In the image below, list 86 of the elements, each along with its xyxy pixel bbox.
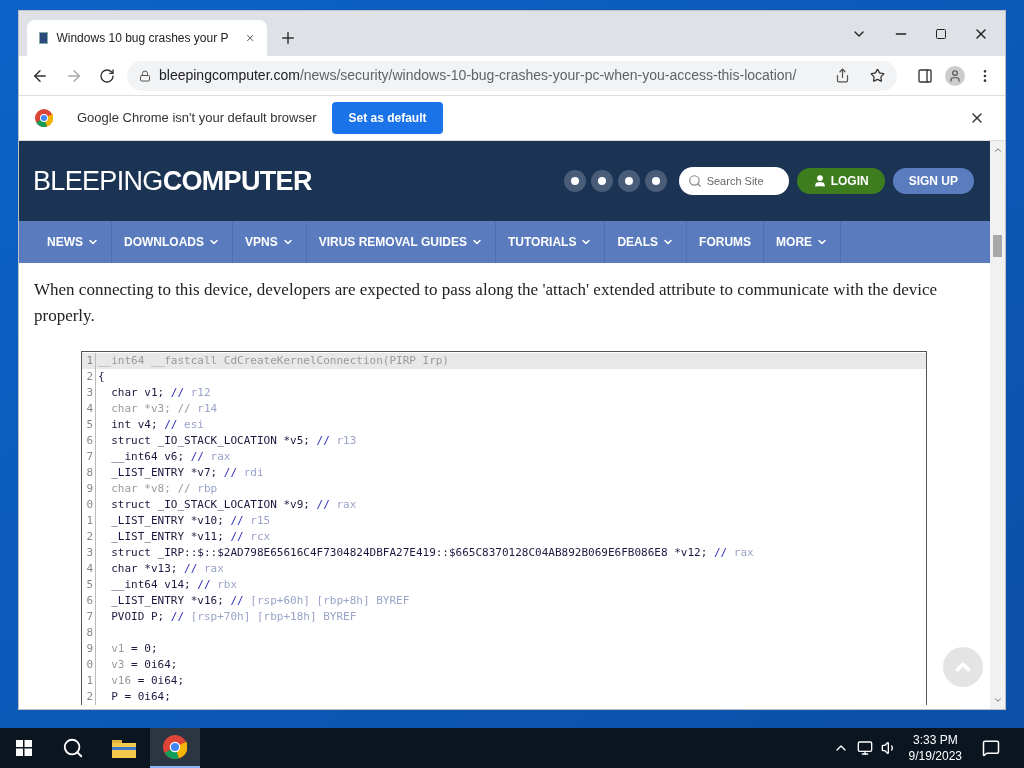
nav-item[interactable]: VIRUS REMOVAL GUIDES (306, 221, 496, 263)
nav-item[interactable]: DEALS (605, 221, 688, 263)
network-icon[interactable] (856, 740, 873, 756)
folder-icon[interactable] (112, 738, 136, 758)
line-number: 4 (82, 401, 96, 417)
code-line: _LIST_ENTRY *v16; // [rsp+60h] [rbp+8h] BYREF (110, 593, 410, 609)
search-icon (687, 174, 702, 188)
code-line: _LIST_ENTRY *v10; // r15 (110, 513, 271, 529)
maximize-icon[interactable] (935, 27, 947, 40)
favicon-icon (39, 32, 49, 44)
scrollbar[interactable] (990, 141, 1005, 709)
site-logo[interactable]: BLEEPINGCOMPUTER (33, 160, 312, 202)
chrome-logo-icon (35, 109, 53, 127)
code-line: char v1; // r12 (110, 385, 211, 401)
line-number: 7 (82, 609, 96, 625)
code-line: char *v3; // r14 (110, 401, 218, 417)
side-panel-icon[interactable] (917, 67, 933, 84)
line-number: 8 (82, 465, 96, 481)
nav-item[interactable]: TUTORIALS (495, 221, 606, 263)
infobar-message: Google Chrome isn't your default browser (77, 109, 317, 128)
clock-date: 9/19/2023 (908, 748, 962, 764)
code-line: v3 = 0i64; (110, 657, 178, 673)
code-line: _LIST_ENTRY *v11; // rcx (110, 529, 271, 545)
new-tab-icon[interactable] (279, 29, 297, 47)
code-line: _LIST_ENTRY *v7; // rdi (110, 465, 264, 481)
scroll-up-icon[interactable] (992, 145, 1003, 155)
login-button[interactable]: LOGIN (796, 168, 885, 194)
line-number: 5 (82, 417, 96, 433)
nav-item[interactable]: MORE (764, 221, 842, 263)
browser-tab[interactable]: Windows 10 bug crashes your P (27, 20, 267, 56)
line-number: 3 (82, 545, 96, 561)
code-line: int v4; // esi (110, 417, 204, 433)
article-paragraph: When connecting to this device, developers are expected to pass along the 'attach' extended attribute to communicate with the device properly. (34, 279, 938, 327)
line-number: 9 (82, 641, 96, 657)
nav-item[interactable]: NEWS (35, 221, 112, 263)
line-number: 4 (82, 561, 96, 577)
line-number: 1 (82, 673, 96, 689)
chrome-taskbar-button[interactable] (150, 728, 200, 768)
line-number: 5 (82, 577, 96, 593)
lock-icon (139, 69, 151, 82)
line-number: 2 (82, 689, 96, 705)
chrome-logo-icon (163, 735, 187, 759)
code-line: v1 = 0; (110, 641, 158, 657)
line-number: 9 (82, 481, 96, 497)
signup-button[interactable]: SIGN UP (892, 168, 974, 194)
search-field[interactable]: Search Site (678, 167, 789, 195)
line-number: 2 (82, 369, 96, 385)
code-line: __int64 v6; // rax (110, 449, 231, 465)
line-number: 1 (82, 353, 96, 369)
share-icon[interactable] (835, 68, 850, 83)
line-number: 0 (82, 657, 96, 673)
line-number: 6 (82, 593, 96, 609)
code-line: P = 0i64; (110, 689, 171, 705)
tab-title: Windows 10 bug crashes your P (56, 30, 229, 47)
code-line: v16 = 0i64; (110, 673, 185, 689)
code-line: char *v13; // rax (110, 561, 224, 577)
nav-item[interactable]: FORUMS (687, 221, 765, 263)
code-line: __int64 v14; // rbx (110, 577, 238, 593)
line-number: 6 (82, 433, 96, 449)
user-icon (812, 174, 827, 188)
code-line: struct _IO_STACK_LOCATION *v5; // r13 (110, 433, 357, 449)
profile-icon[interactable] (945, 65, 965, 86)
line-number: 7 (82, 449, 96, 465)
code-line: __int64 __fastcall CdCreateKernelConnection(PIRP Irp) (97, 353, 449, 369)
line-number: 3 (82, 385, 96, 401)
nav-item[interactable]: DOWNLOADS (112, 221, 233, 263)
line-number: 2 (82, 529, 96, 545)
search-icon[interactable] (62, 737, 84, 759)
code-line: PVOID P; // [rsp+70h] [rbp+18h] BYREF (110, 609, 357, 625)
code-line: struct _IO_STACK_LOCATION *v9; // rax (110, 497, 357, 513)
line-number: 8 (82, 625, 96, 641)
star-icon[interactable] (870, 68, 885, 83)
set-default-button[interactable]: Set as default (332, 102, 443, 134)
scroll-down-icon[interactable] (992, 695, 1003, 705)
address-bar[interactable]: bleepingcomputer.com/news/security/windows-10-bug-crashes-your-pc-when-you-access-this-location/ (127, 60, 897, 91)
clock-time: 3:33 PM (912, 732, 958, 748)
line-number: 1 (82, 513, 96, 529)
notifications-icon[interactable] (982, 739, 1000, 757)
code-line: char *v8; // rbp (110, 481, 218, 497)
windows-start-icon[interactable] (16, 740, 32, 756)
code-line: { (97, 369, 105, 385)
nav-item[interactable]: VPNS (233, 221, 307, 263)
scrollbar-thumb[interactable] (993, 235, 1002, 257)
reload-icon[interactable] (99, 67, 115, 84)
code-line: struct _IRP::$::$2AD798E65616C4F7304824DBFA27E419::$665C8370128C04AB892B069E6FB086E8 *v12; // rax (110, 545, 754, 561)
line-number: 0 (82, 497, 96, 513)
